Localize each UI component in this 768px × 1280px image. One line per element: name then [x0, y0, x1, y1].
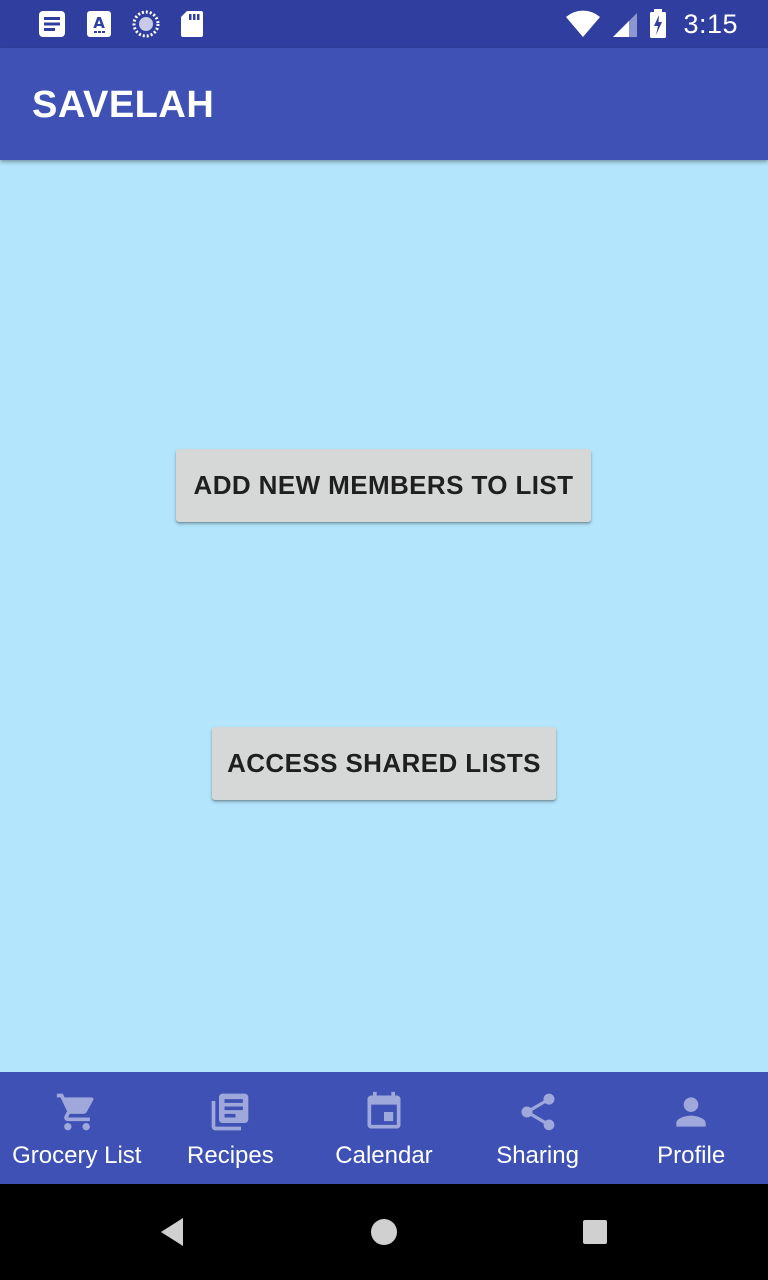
bottom-navigation: Grocery List Recipes Calendar Sharing Pr…	[0, 1072, 768, 1184]
nav-item-recipes[interactable]: Recipes	[154, 1072, 308, 1184]
app-title: SAVELAH	[32, 84, 215, 126]
wifi-icon	[565, 10, 601, 38]
cell-signal-icon	[611, 10, 639, 38]
back-triangle-icon	[161, 1218, 183, 1246]
main-content: ADD NEW MEMBERS TO LIST ACCESS SHARED LI…	[0, 160, 768, 1072]
sd-card-icon	[180, 10, 204, 38]
calendar-icon	[362, 1090, 406, 1134]
person-icon	[669, 1090, 713, 1134]
nav-label: Profile	[657, 1142, 726, 1169]
app-bar: SAVELAH	[0, 48, 768, 160]
back-button[interactable]	[154, 1214, 190, 1250]
recent-apps-button[interactable]	[577, 1214, 613, 1250]
recent-square-icon	[583, 1220, 607, 1244]
clock: 3:15	[683, 8, 738, 39]
sync-spinner-icon	[132, 10, 160, 38]
nav-item-sharing[interactable]: Sharing	[461, 1072, 615, 1184]
add-members-button[interactable]: ADD NEW MEMBERS TO LIST	[176, 449, 591, 522]
home-circle-icon	[371, 1219, 397, 1245]
access-shared-lists-button[interactable]: ACCESS SHARED LISTS	[212, 727, 556, 800]
notification-icons: A	[38, 10, 204, 38]
status-bar: A 3:15	[0, 0, 768, 48]
share-icon	[516, 1090, 560, 1134]
nav-label: Recipes	[187, 1142, 274, 1169]
system-navigation-bar	[0, 1184, 768, 1280]
home-button[interactable]	[366, 1214, 402, 1250]
svg-text:A: A	[93, 14, 105, 32]
nav-item-grocery-list[interactable]: Grocery List	[0, 1072, 154, 1184]
battery-charging-icon	[649, 9, 667, 39]
nav-item-calendar[interactable]: Calendar	[307, 1072, 461, 1184]
nav-label: Calendar	[335, 1142, 433, 1169]
keyboard-a-icon: A	[86, 10, 112, 38]
nav-label: Grocery List	[12, 1142, 142, 1169]
notes-icon	[38, 10, 66, 38]
cart-icon	[55, 1090, 99, 1134]
system-status-icons: 3:15	[565, 8, 738, 40]
nav-label: Sharing	[496, 1142, 579, 1169]
recipes-icon	[208, 1090, 252, 1134]
nav-item-profile[interactable]: Profile	[614, 1072, 768, 1184]
